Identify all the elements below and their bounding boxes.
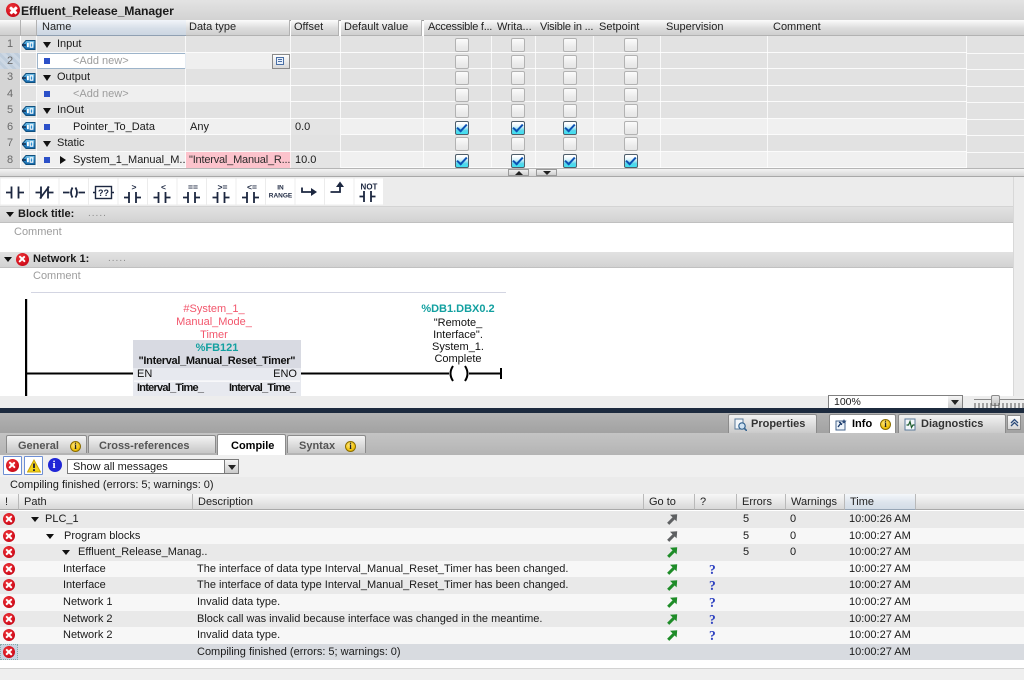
svg-text:ENO: ENO: [273, 368, 297, 380]
svg-text:IN: IN: [277, 185, 284, 192]
svg-text:<: <: [161, 182, 166, 192]
svg-text:System_1.: System_1.: [432, 341, 484, 353]
svg-text:>: >: [132, 182, 137, 192]
svg-text:>=: >=: [218, 182, 228, 192]
svg-text:%FB121: %FB121: [196, 342, 239, 354]
svg-text:==: ==: [188, 182, 198, 192]
svg-text:#System_1_: #System_1_: [183, 303, 245, 315]
svg-text:<=: <=: [247, 182, 257, 192]
svg-text:Interval_Time_: Interval_Time_: [229, 382, 297, 394]
svg-text:"Interval_Manual_Reset_Timer": "Interval_Manual_Reset_Timer": [139, 355, 296, 367]
svg-text:EN: EN: [137, 368, 152, 380]
svg-text:%DB1.DBX0.2: %DB1.DBX0.2: [421, 303, 494, 315]
svg-text:Interface".: Interface".: [433, 329, 483, 341]
svg-text:Complete: Complete: [434, 353, 481, 365]
svg-text:"Remote_: "Remote_: [434, 317, 483, 329]
svg-text:Manual_Mode_: Manual_Mode_: [176, 316, 253, 328]
svg-text:NOT: NOT: [361, 183, 378, 192]
svg-text:Interval_Time_: Interval_Time_: [137, 382, 205, 394]
svg-text:Timer: Timer: [200, 329, 228, 341]
svg-text:RANGE: RANGE: [269, 193, 293, 200]
svg-text:??: ??: [98, 188, 109, 198]
